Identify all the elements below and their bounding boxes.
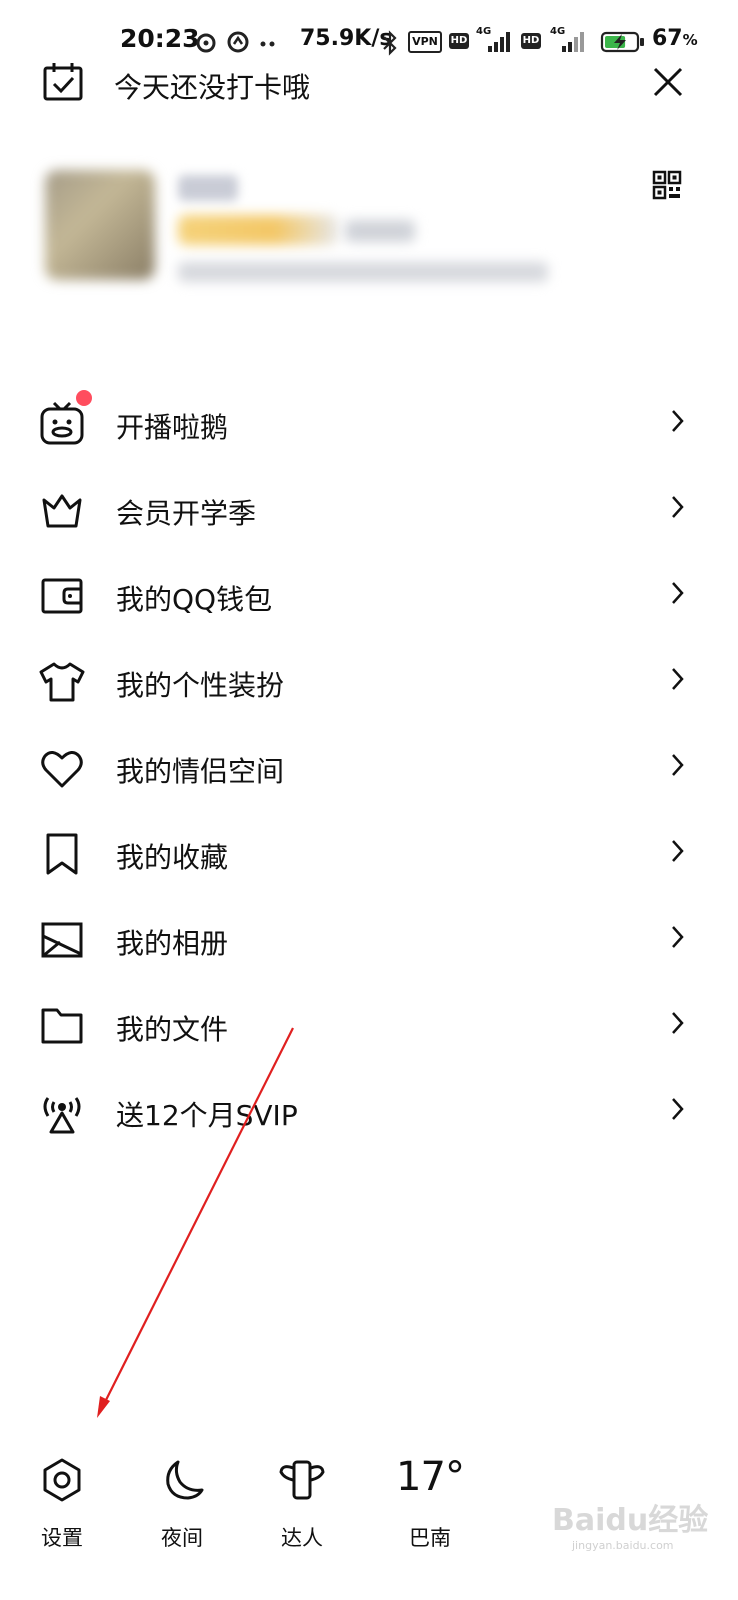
- level-blurred: [345, 220, 415, 242]
- wallet-icon: [41, 578, 83, 614]
- menu-label: 我的收藏: [116, 841, 229, 874]
- hd-badge-2: HD: [521, 33, 541, 49]
- winged-phone-icon: [279, 1460, 325, 1500]
- bluetooth-icon: [383, 30, 397, 56]
- signature-blurred: [178, 262, 548, 282]
- menu-label: 我的个性装扮: [116, 669, 285, 702]
- settings-button[interactable]: 设置: [12, 1450, 112, 1560]
- chevron-right-icon: [672, 582, 684, 604]
- network-speed: 75.9K/s: [300, 26, 393, 51]
- qr-code-icon[interactable]: [652, 170, 682, 200]
- menu-label: 我的情侣空间: [116, 755, 285, 788]
- battery-icon: [600, 31, 644, 53]
- menu-item-favorites[interactable]: 我的收藏: [0, 816, 738, 886]
- chevron-right-icon: [672, 754, 684, 776]
- chevron-right-icon: [672, 840, 684, 862]
- chevron-right-icon: [672, 496, 684, 518]
- chevron-right-icon: [672, 410, 684, 432]
- baidu-watermark: Baidu经验: [552, 1503, 709, 1538]
- tv-penguin-icon: [40, 401, 84, 445]
- app-notification-icon: [227, 31, 249, 53]
- status-time: 20:23: [120, 24, 200, 53]
- menu-item-couple[interactable]: 我的情侣空间: [0, 730, 738, 800]
- menu-label: 送12个月SVIP: [116, 1099, 298, 1132]
- menu-label: 我的文件: [116, 1013, 229, 1046]
- weather-city: 巴南: [409, 1526, 451, 1550]
- bookmark-icon: [46, 833, 78, 875]
- settings-hexagon-icon: [43, 1458, 81, 1502]
- vip-badges-blurred: [178, 215, 338, 245]
- expert-label: 达人: [281, 1526, 323, 1550]
- hd-badge-1: HD: [449, 33, 469, 49]
- weather-widget[interactable]: 17° 巴南: [380, 1450, 480, 1560]
- chevron-right-icon: [672, 1098, 684, 1120]
- folder-icon: [41, 1008, 83, 1044]
- calendar-check-icon[interactable]: [42, 62, 84, 102]
- chevron-right-icon: [672, 926, 684, 948]
- crown-icon: [42, 494, 82, 528]
- vpn-badge: VPN: [408, 31, 442, 53]
- menu-label: 会员开学季: [116, 497, 257, 530]
- menu-item-vip[interactable]: 会员开学季: [0, 472, 738, 542]
- more-notifications-icon: [260, 41, 275, 47]
- expert-button[interactable]: 达人: [252, 1450, 352, 1560]
- weibo-notification-icon: [196, 33, 216, 53]
- checkin-row: 今天还没打卡哦: [0, 62, 738, 106]
- status-bar: 20:23 75.9K/s VPN HD 4G HD 4G 67%: [0, 20, 738, 64]
- notification-badge-dot: [76, 390, 92, 406]
- settings-label: 设置: [41, 1526, 83, 1550]
- avatar[interactable]: [45, 170, 155, 280]
- profile-card[interactable]: [0, 160, 738, 310]
- moon-icon: [166, 1460, 204, 1500]
- night-label: 夜间: [161, 1526, 203, 1550]
- menu-label: 我的QQ钱包: [116, 583, 273, 616]
- image-icon: [41, 922, 83, 958]
- battery-percent: 67%: [652, 26, 698, 51]
- signal-icon-2: [562, 32, 584, 52]
- night-mode-button[interactable]: 夜间: [132, 1450, 232, 1560]
- menu-item-album[interactable]: 我的相册: [0, 902, 738, 972]
- close-icon[interactable]: [652, 66, 684, 98]
- broadcast-icon: [43, 1097, 81, 1134]
- menu-item-theme[interactable]: 我的个性装扮: [0, 644, 738, 714]
- tshirt-icon: [39, 662, 85, 702]
- signal-icon-1: [488, 32, 510, 52]
- menu-item-svip[interactable]: 送12个月SVIP: [0, 1074, 738, 1144]
- menu-item-wallet[interactable]: 我的QQ钱包: [0, 558, 738, 628]
- weather-temperature: 17°: [396, 1454, 465, 1500]
- menu-item-live[interactable]: 开播啦鹅: [0, 386, 738, 456]
- baidu-watermark-url: jingyan.baidu.com: [572, 1539, 674, 1552]
- heart-icon: [41, 751, 83, 788]
- menu-label: 开播啦鹅: [116, 411, 229, 444]
- checkin-prompt[interactable]: 今天还没打卡哦: [114, 66, 310, 106]
- chevron-right-icon: [672, 668, 684, 690]
- menu-item-files[interactable]: 我的文件: [0, 988, 738, 1058]
- chevron-right-icon: [672, 1012, 684, 1034]
- menu-label: 我的相册: [116, 927, 229, 960]
- nickname-blurred: [178, 175, 238, 201]
